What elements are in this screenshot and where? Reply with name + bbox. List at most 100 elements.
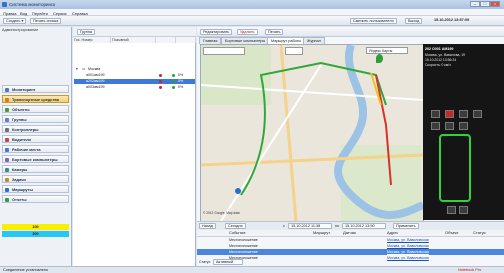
col-callsign[interactable]: Позывной — [111, 37, 156, 43]
menu-go[interactable]: Перейти — [32, 11, 48, 16]
from-label: с — [283, 224, 285, 228]
clock-display: 15.10.2012 13:57:09 — [434, 18, 470, 22]
maximize-button[interactable]: □ — [480, 1, 490, 7]
status-bar: Соединение установлено Notebook Pro — [0, 266, 504, 273]
tab-route[interactable]: Маршрут работы — [267, 37, 306, 44]
details-toolbar: Редактировать Удалить Печать — [197, 27, 504, 37]
nav-monitoring[interactable]: Мониторинг — [2, 85, 69, 93]
map-view[interactable]: Яндекс Карты © 2012 Google, Map data — [200, 44, 424, 222]
nav-objects[interactable]: Объекты — [2, 105, 69, 113]
lock-icon[interactable] — [431, 110, 440, 118]
driver-icon — [5, 137, 9, 142]
computer-icon — [5, 157, 9, 162]
col-status[interactable] — [156, 37, 176, 43]
window-titlebar: Система мониторинга – □ × — [0, 0, 504, 9]
exit-button[interactable]: Выход — [405, 18, 423, 24]
status-filter-select[interactable]: Активный — [213, 259, 243, 265]
yellow-status-badge: 100 — [2, 224, 69, 230]
phone-icon[interactable] — [459, 110, 468, 118]
to-label: по — [335, 224, 339, 228]
objects-icon — [5, 107, 9, 112]
nav-header: Администрирование — [2, 28, 39, 32]
menu-service[interactable]: Сервис — [53, 11, 67, 16]
map-tools[interactable] — [203, 47, 245, 55]
col-route[interactable]: Маршрут — [313, 230, 330, 235]
video-icon[interactable] — [473, 110, 482, 118]
nav-groups[interactable]: Группы — [2, 115, 69, 123]
nav-right-icon[interactable] — [459, 206, 468, 214]
alarm-icon[interactable] — [445, 110, 454, 118]
report-icon — [5, 197, 9, 202]
map-source-select[interactable]: Яндекс Карты — [366, 47, 408, 54]
vehicle-info-time: 15.10.2012 13:56:24 — [425, 58, 457, 62]
tab-main[interactable]: Главная — [199, 37, 222, 44]
print-list-button[interactable]: Печать списка — [30, 18, 62, 24]
vehicle-marker-icon[interactable] — [376, 54, 383, 63]
col-state[interactable]: Статус — [473, 230, 486, 235]
engine-icon[interactable] — [431, 122, 440, 130]
nav-drivers[interactable]: Водители — [2, 135, 69, 143]
nav-onboard-computers[interactable]: Бортовые компьютеры — [2, 155, 69, 163]
group-dropdown[interactable]: Группа — [77, 28, 96, 35]
nav-cameras[interactable]: Камеры — [2, 165, 69, 173]
col-sensor[interactable]: Датчик — [343, 230, 356, 235]
chip-icon — [5, 127, 9, 132]
print-button[interactable]: Печать — [265, 28, 284, 35]
monitoring-icon — [5, 87, 9, 92]
vehicle-diagram — [439, 134, 471, 202]
close-button[interactable]: × — [490, 1, 500, 7]
vehicle-list-toolbar: Группа — [73, 27, 196, 37]
apply-button[interactable]: Применить — [393, 223, 419, 229]
vehicle-info-speed: Скорость: 0 км/ч — [425, 63, 451, 67]
col-percent[interactable] — [176, 37, 196, 43]
edit-button[interactable]: Редактировать — [200, 28, 233, 35]
switch-user-button[interactable]: Сменить пользователя — [350, 18, 397, 24]
nav-tasks[interactable]: Задачи — [2, 175, 69, 183]
filter-label: Статус — [199, 260, 211, 264]
vehicle-list-panel: Группа Гос. Номер Позывной ▾ ▭ Москва а0… — [73, 27, 196, 266]
back-button[interactable]: Назад — [199, 223, 216, 229]
col-object[interactable]: Объект — [445, 230, 459, 235]
nav-reports[interactable]: Отчеты — [2, 195, 69, 203]
nav-routes[interactable]: Маршруты — [2, 185, 69, 193]
today-button[interactable]: Сегодня — [225, 223, 246, 229]
signal-icon — [172, 80, 175, 83]
details-tabs: Главная Бортовые компьютеры Маршрут рабо… — [197, 37, 504, 44]
status-text: Соединение установлено — [3, 268, 49, 272]
col-address[interactable]: Адрес — [387, 230, 398, 235]
door-icon[interactable] — [459, 122, 468, 130]
create-button[interactable]: Создать ▾ — [3, 18, 27, 24]
date-to-input[interactable]: 15.10.2012 13:50 — [342, 223, 386, 229]
map-canvas — [201, 45, 423, 221]
truck-icon — [159, 86, 162, 89]
minimize-button[interactable]: – — [470, 1, 480, 7]
groups-icon — [5, 117, 9, 122]
vehicle-row[interactable]: а202ам199 0% — [74, 79, 195, 84]
map-copyright: © 2012 Google, Map data — [203, 211, 240, 215]
tab-log[interactable]: Журнал — [303, 37, 325, 44]
date-from-input[interactable]: 15.10.2012 11:38 — [288, 223, 332, 229]
col-plate[interactable]: Гос. Номер — [73, 37, 111, 43]
event-row[interactable]: Местоположение Москва, ул. Вавиловская — [197, 255, 504, 261]
delete-button[interactable]: Удалить — [237, 28, 258, 35]
nav-vehicles[interactable]: Транспортные средства — [2, 95, 69, 103]
menu-view[interactable]: Вид — [20, 11, 27, 16]
folder-icon: ▭ — [82, 67, 86, 71]
truck-icon — [5, 97, 9, 102]
signal-icon — [172, 86, 175, 89]
zoom-controls[interactable] — [285, 47, 303, 55]
tab-onboard[interactable]: Бортовые компьютеры — [221, 37, 270, 44]
vehicle-row[interactable]: а001ам199 0% — [74, 73, 195, 78]
start-marker-icon[interactable] — [235, 188, 241, 194]
nav-left-icon[interactable] — [447, 206, 456, 214]
group-row[interactable]: ▾ ▭ Москва — [74, 67, 195, 72]
vehicle-row[interactable]: а003ам199 0% — [74, 85, 195, 90]
app-icon — [2, 2, 7, 7]
nav-workplaces[interactable]: Рабочие места — [2, 145, 69, 153]
menu-help[interactable]: Справка — [72, 11, 88, 16]
expand-icon[interactable]: ▾ — [76, 67, 78, 72]
menu-edit[interactable]: Правка — [3, 11, 17, 16]
nav-controllers[interactable]: Контроллеры — [2, 125, 69, 133]
col-event[interactable]: Событие — [229, 230, 246, 235]
fuel-icon[interactable] — [445, 122, 454, 130]
